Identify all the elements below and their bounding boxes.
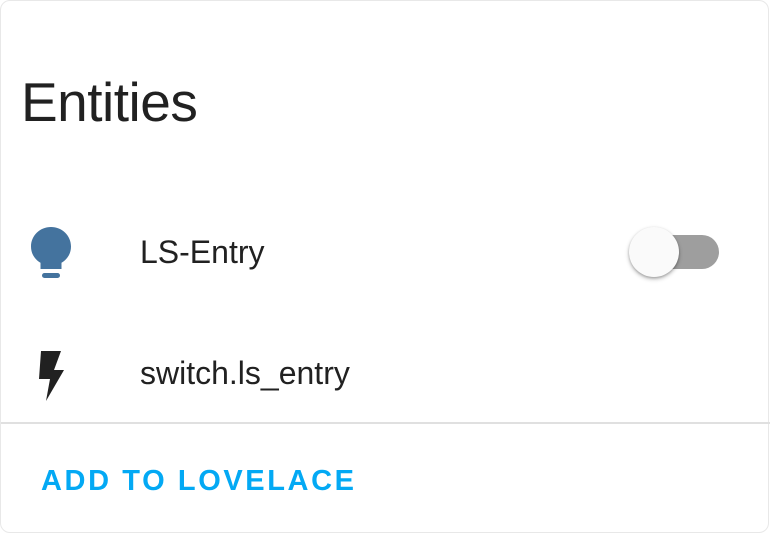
entity-row-ls-entry[interactable]: LS-Entry (1, 211, 770, 291)
card-actions-divider (1, 422, 770, 424)
entity-name[interactable]: LS-Entry (140, 233, 264, 271)
entity-toggle[interactable] (629, 227, 723, 277)
toggle-thumb[interactable] (629, 227, 679, 277)
entities-card: Entities LS-Entry switch.ls_entry ADD TO… (0, 0, 770, 533)
flash-icon (27, 346, 75, 402)
add-to-lovelace-button[interactable]: ADD TO LOVELACE (31, 453, 367, 509)
lightbulb-icon (27, 225, 75, 281)
card-title: Entities (21, 71, 198, 133)
entity-name[interactable]: switch.ls_entry (140, 354, 350, 392)
entity-row-switch[interactable]: switch.ls_entry (1, 332, 770, 412)
